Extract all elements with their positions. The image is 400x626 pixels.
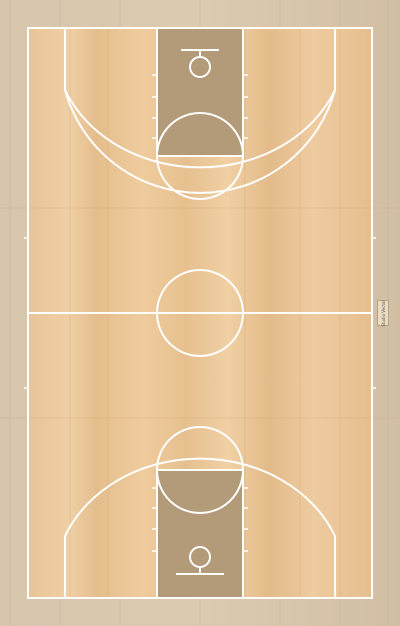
basketball-court: Studio Vector (0, 0, 400, 626)
watermark-text: Studio Vector (380, 299, 386, 327)
court-svg (0, 0, 400, 626)
bottom-key-paint (157, 470, 243, 598)
watermark: Studio Vector (377, 300, 389, 326)
